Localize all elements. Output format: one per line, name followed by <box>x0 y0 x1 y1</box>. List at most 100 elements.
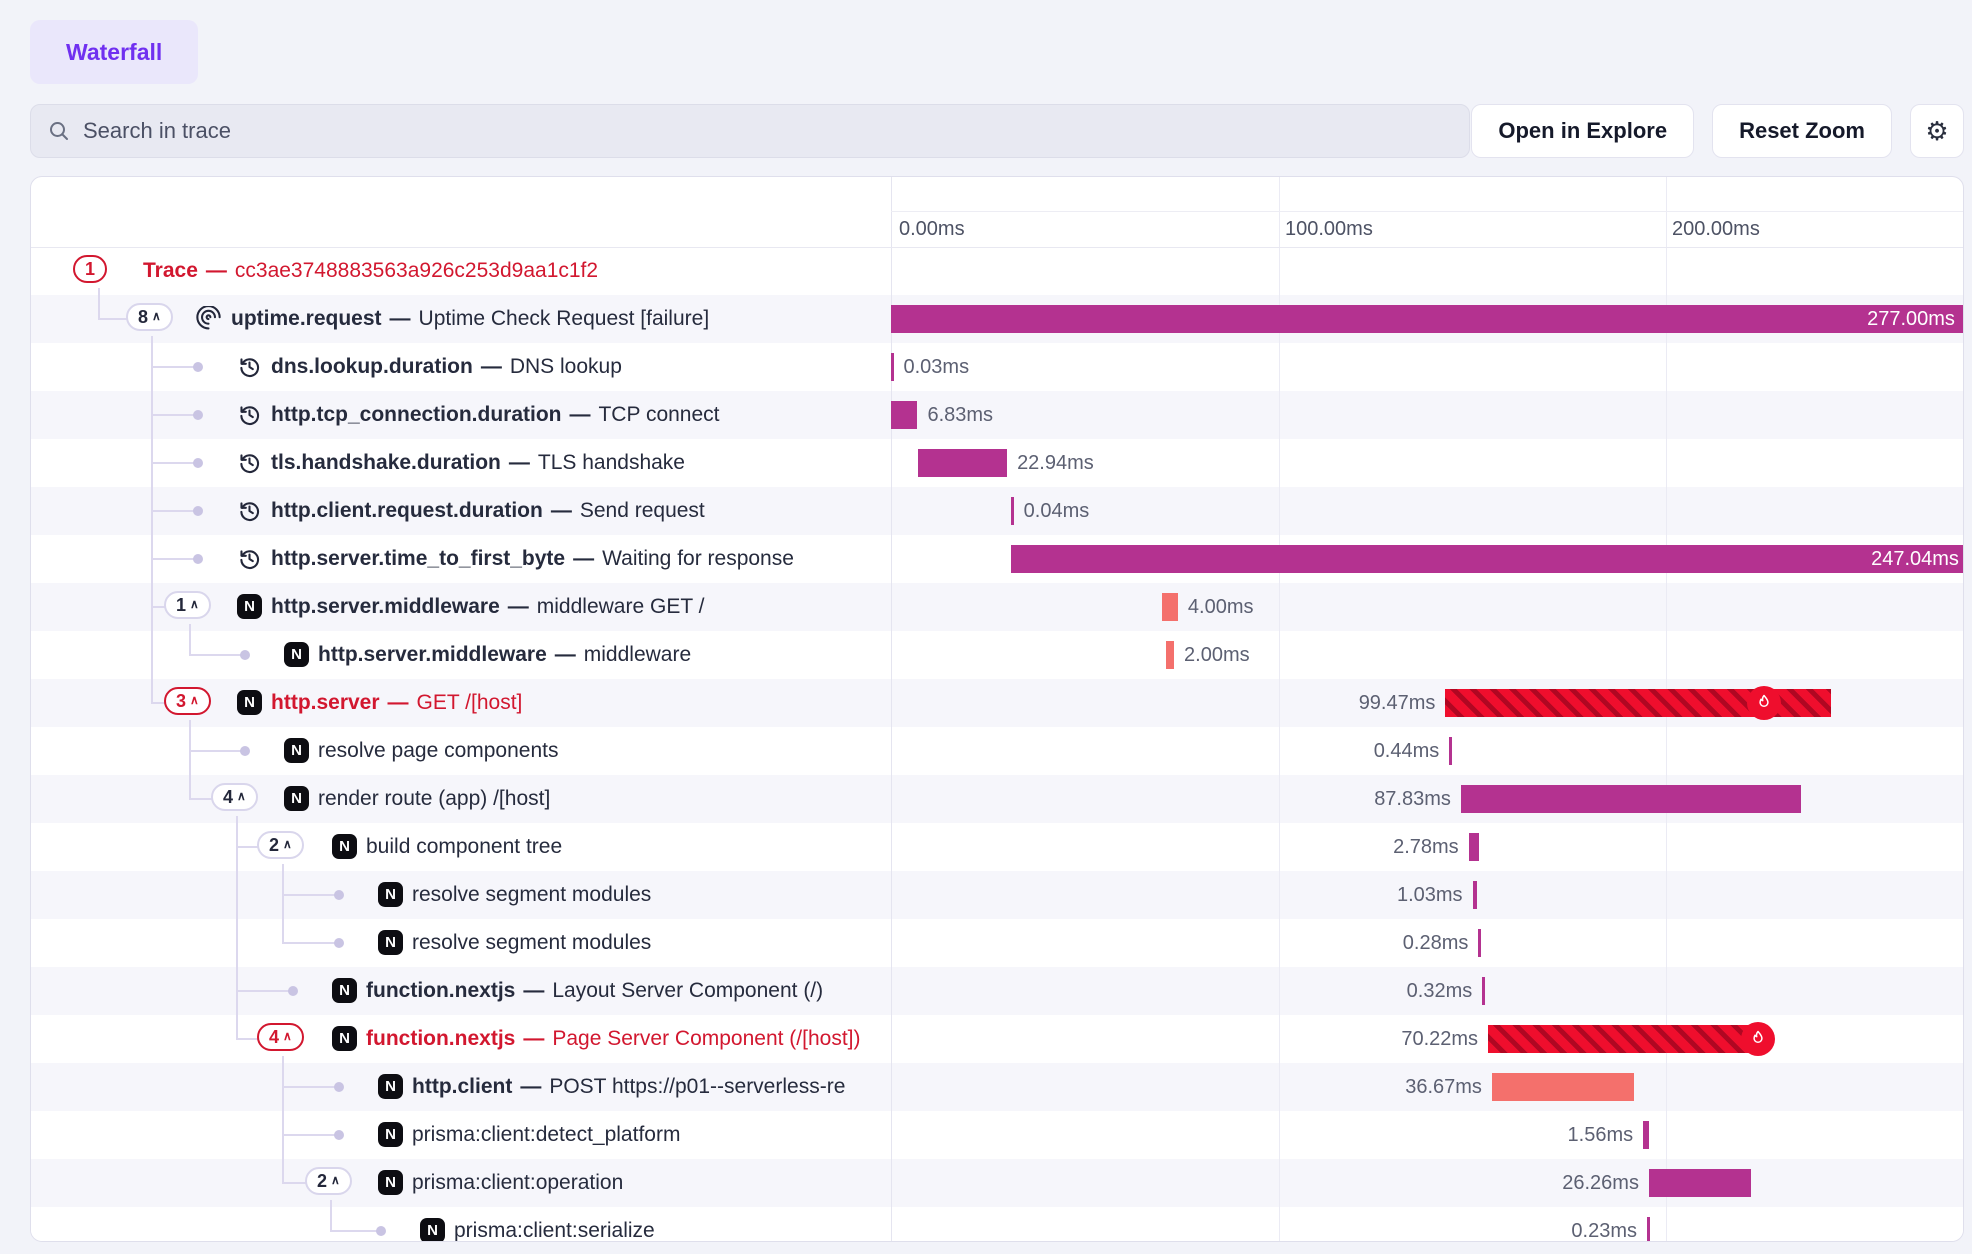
span-op-name: prisma:client:detect_platform <box>412 1123 680 1146</box>
search-icon <box>47 119 71 143</box>
duration-bar[interactable] <box>1449 737 1452 765</box>
collapse-pill[interactable]: 4∧ <box>211 783 258 811</box>
settings-button[interactable]: ⚙ <box>1910 104 1964 158</box>
span-op-name: http.client.request.duration <box>271 499 543 522</box>
duration-bar[interactable] <box>1649 1169 1751 1197</box>
span-op-name: http.server.middleware <box>271 595 500 618</box>
nextjs-icon: N <box>378 1170 403 1195</box>
trace-row[interactable]: Nhttp.client—POST https://p01--serverles… <box>31 1063 1963 1111</box>
duration-bar[interactable] <box>1647 1217 1650 1242</box>
span-name-cell: Nprisma:client:detect_platform <box>31 1111 890 1159</box>
span-op-name: http.server <box>271 691 380 714</box>
collapse-pill[interactable]: 2∧ <box>257 831 304 859</box>
nextjs-icon: N <box>237 594 262 619</box>
collapse-pill[interactable]: 1 <box>73 255 107 283</box>
duration-label: 2.78ms <box>1393 823 1459 871</box>
trace-row[interactable]: 1∧Nhttp.server.middleware—middleware GET… <box>31 583 1963 631</box>
collapse-pill[interactable]: 4∧ <box>257 1023 304 1051</box>
span-title: build component tree <box>366 823 562 871</box>
span-title: Trace—cc3ae3748883563a926c253d9aa1c1f2 <box>143 247 598 295</box>
span-title: http.tcp_connection.duration—TCP connect <box>271 391 720 439</box>
span-description: POST https://p01--serverless-re <box>549 1075 845 1098</box>
trace-row[interactable]: dns.lookup.duration—DNS lookup 0.03ms <box>31 343 1963 391</box>
span-title: tls.handshake.duration—TLS handshake <box>271 439 685 487</box>
trace-row[interactable]: Nprisma:client:detect_platform1.56ms <box>31 1111 1963 1159</box>
duration-bar[interactable] <box>891 353 894 381</box>
open-in-explore-button[interactable]: Open in Explore <box>1471 104 1694 158</box>
duration-bar[interactable] <box>1166 641 1174 669</box>
trace-row[interactable]: Nprisma:client:serialize0.23ms <box>31 1207 1963 1242</box>
trace-row[interactable]: Nresolve page components0.44ms <box>31 727 1963 775</box>
duration-bar[interactable] <box>1469 833 1480 861</box>
nextjs-icon: N <box>284 786 309 811</box>
reset-zoom-button[interactable]: Reset Zoom <box>1712 104 1892 158</box>
trace-row[interactable]: http.client.request.duration—Send reques… <box>31 487 1963 535</box>
span-op-name: tls.handshake.duration <box>271 451 501 474</box>
trace-row[interactable]: Nresolve segment modules1.03ms <box>31 871 1963 919</box>
span-name-cell: Nresolve segment modules <box>31 871 890 919</box>
span-name-cell: Nfunction.nextjs—Layout Server Component… <box>31 967 890 1015</box>
span-name-cell: Nresolve page components <box>31 727 890 775</box>
duration-bar[interactable] <box>1643 1121 1649 1149</box>
trace-row[interactable]: 2∧Nbuild component tree2.78ms <box>31 823 1963 871</box>
collapse-pill[interactable]: 2∧ <box>305 1167 352 1195</box>
duration-label: 36.67ms <box>1405 1063 1482 1111</box>
tab-waterfall[interactable]: Waterfall <box>30 20 198 84</box>
chevron-up-icon: ∧ <box>190 597 199 611</box>
collapse-pill[interactable]: 1∧ <box>164 591 211 619</box>
duration-bar[interactable]: 247.04ms <box>1011 545 1964 573</box>
trace-row[interactable]: Nresolve segment modules0.28ms <box>31 919 1963 967</box>
duration-bar[interactable]: 277.00ms <box>891 305 1964 333</box>
duration-bar[interactable] <box>1492 1073 1634 1101</box>
trace-row[interactable]: Nfunction.nextjs—Layout Server Component… <box>31 967 1963 1015</box>
dash-separator: — <box>500 595 537 618</box>
duration-bar[interactable] <box>918 449 1007 477</box>
span-name-cell: 4∧Nfunction.nextjs—Page Server Component… <box>31 1015 890 1063</box>
span-title: http.client.request.duration—Send reques… <box>271 487 705 535</box>
dash-separator: — <box>543 499 580 522</box>
duration-bar[interactable] <box>1482 977 1485 1005</box>
trace-row[interactable]: 8∧uptime.request—Uptime Check Request [f… <box>31 295 1963 343</box>
span-op-name: function.nextjs <box>366 1027 515 1050</box>
span-name-cell: dns.lookup.duration—DNS lookup <box>31 343 890 391</box>
span-op-name: dns.lookup.duration <box>271 355 473 378</box>
collapse-pill[interactable]: 3∧ <box>164 687 211 715</box>
nextjs-icon: N <box>284 738 309 763</box>
span-description: Waiting for response <box>602 547 794 570</box>
nextjs-icon: N <box>378 930 403 955</box>
trace-row[interactable]: http.server.time_to_first_byte—Waiting f… <box>31 535 1963 583</box>
trace-row[interactable]: 4∧Nrender route (app) /[host]87.83ms <box>31 775 1963 823</box>
duration-bar[interactable] <box>891 401 917 429</box>
span-name-cell: Nhttp.client—POST https://p01--serverles… <box>31 1063 890 1111</box>
duration-bar[interactable] <box>1011 497 1014 525</box>
duration-bar[interactable] <box>1488 1025 1760 1053</box>
duration-bar[interactable] <box>1461 785 1802 813</box>
duration-bar[interactable] <box>1478 929 1481 957</box>
span-name-cell: 1 Trace—cc3ae3748883563a926c253d9aa1c1f2 <box>31 247 890 295</box>
duration-label: 4.00ms <box>1188 583 1254 631</box>
collapse-pill[interactable]: 8∧ <box>126 303 173 331</box>
dash-separator: — <box>382 307 419 330</box>
duration-bar[interactable] <box>1162 593 1178 621</box>
span-description: cc3ae3748883563a926c253d9aa1c1f2 <box>235 259 598 282</box>
trace-row[interactable]: Nhttp.server.middleware—middleware2.00ms <box>31 631 1963 679</box>
trace-row[interactable]: http.tcp_connection.duration—TCP connect… <box>31 391 1963 439</box>
search-input[interactable] <box>81 117 1453 145</box>
dash-separator: — <box>473 355 510 378</box>
span-title: resolve segment modules <box>412 919 651 967</box>
duration-label: 247.04ms <box>1011 545 1964 573</box>
nextjs-icon: N <box>378 1074 403 1099</box>
span-op-name: render route (app) /[host] <box>318 787 550 810</box>
span-title: http.client—POST https://p01--serverless… <box>412 1063 845 1111</box>
reset-zoom-label: Reset Zoom <box>1739 118 1865 144</box>
trace-row[interactable]: 3∧Nhttp.server—GET /[host]99.47ms <box>31 679 1963 727</box>
trace-row[interactable]: 1 Trace—cc3ae3748883563a926c253d9aa1c1f2 <box>31 247 1963 295</box>
duration-bar[interactable] <box>1473 881 1477 909</box>
trace-row[interactable]: 4∧Nfunction.nextjs—Page Server Component… <box>31 1015 1963 1063</box>
span-title: function.nextjs—Layout Server Component … <box>366 967 823 1015</box>
search-bar[interactable] <box>30 104 1470 158</box>
span-op-name: prisma:client:operation <box>412 1171 623 1194</box>
duration-label: 0.03ms <box>904 343 970 391</box>
trace-row[interactable]: tls.handshake.duration—TLS handshake22.9… <box>31 439 1963 487</box>
trace-row[interactable]: 2∧Nprisma:client:operation26.26ms <box>31 1159 1963 1207</box>
